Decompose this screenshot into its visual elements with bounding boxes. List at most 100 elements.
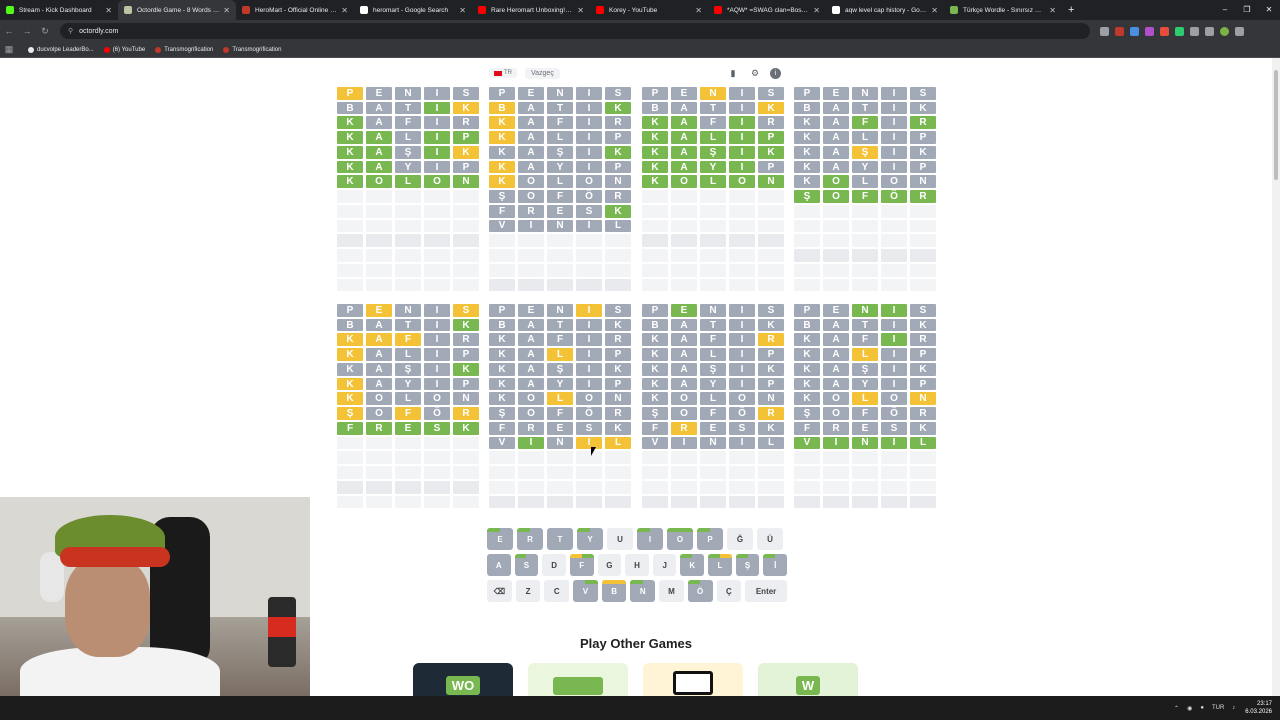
close-icon[interactable]: ✕ bbox=[577, 6, 584, 15]
key-o[interactable]: O bbox=[667, 528, 693, 550]
key-i[interactable]: I bbox=[637, 528, 663, 550]
key-ü[interactable]: Ü bbox=[757, 528, 783, 550]
restore-icon[interactable]: ❐ bbox=[1236, 0, 1258, 20]
close-icon[interactable]: ✕ bbox=[341, 6, 348, 15]
close-icon[interactable]: ✕ bbox=[459, 6, 466, 15]
tile: I bbox=[576, 87, 602, 100]
key-n[interactable]: N bbox=[630, 580, 656, 602]
bookmark-item[interactable]: Transmogrification bbox=[223, 46, 281, 53]
key-v[interactable]: V bbox=[573, 580, 598, 602]
url-input[interactable]: ⚲ octordly.com bbox=[60, 23, 1090, 39]
key-d[interactable]: D bbox=[542, 554, 566, 576]
clock[interactable]: 23:17 6.03.2026 bbox=[1245, 700, 1272, 716]
key-s[interactable]: S bbox=[514, 554, 539, 576]
key-y[interactable]: Y bbox=[577, 528, 603, 550]
star-icon[interactable] bbox=[1100, 26, 1109, 36]
key-b[interactable]: B bbox=[601, 580, 627, 602]
close-icon[interactable]: ✕ bbox=[105, 6, 112, 15]
browser-tab[interactable]: heromart - Google Search ✕ bbox=[354, 0, 472, 20]
tile: A bbox=[518, 160, 544, 174]
page-scrollbar[interactable] bbox=[1272, 58, 1280, 696]
avatar[interactable] bbox=[1220, 26, 1229, 36]
info-icon[interactable]: i bbox=[770, 67, 781, 79]
board-row: KAFIR bbox=[794, 333, 936, 347]
chevron-up-icon[interactable]: ⌃ bbox=[1174, 705, 1179, 712]
tile bbox=[823, 278, 849, 292]
board-row: KALIP bbox=[794, 348, 936, 361]
key-e[interactable]: E bbox=[487, 528, 513, 550]
close-icon[interactable]: ✕ bbox=[931, 6, 938, 15]
extension-icon[interactable] bbox=[1175, 26, 1184, 36]
key-u[interactable]: U bbox=[607, 528, 633, 550]
minimize-icon[interactable]: – bbox=[1214, 0, 1236, 20]
browser-tab[interactable]: HeroMart - Official Online Sho... ✕ bbox=[236, 0, 354, 20]
key-ğ[interactable]: Ğ bbox=[727, 528, 753, 550]
close-icon[interactable]: ✕ bbox=[695, 6, 702, 15]
key-j[interactable]: J bbox=[652, 554, 677, 576]
close-window-icon[interactable]: ✕ bbox=[1258, 0, 1280, 20]
extension-icon[interactable] bbox=[1145, 26, 1154, 36]
key-l[interactable]: L bbox=[708, 554, 732, 576]
browser-tab[interactable]: Rare Heromart Unboxing! First... ✕ bbox=[472, 0, 590, 20]
key-ö[interactable]: Ö bbox=[687, 580, 713, 602]
gear-icon[interactable]: ⚙ bbox=[748, 66, 762, 80]
key-z[interactable]: Z bbox=[515, 580, 541, 602]
forward-icon[interactable]: → bbox=[18, 26, 36, 36]
tile: K bbox=[605, 145, 631, 159]
sidebar-icon[interactable] bbox=[1205, 26, 1214, 36]
back-icon[interactable]: ← bbox=[0, 26, 18, 36]
menu-icon[interactable] bbox=[1235, 26, 1244, 36]
close-icon[interactable]: ✕ bbox=[813, 6, 820, 15]
board: PENISBATIKKAFIRKALIPKAŞIKKAYIPKOLONŞOFÖR… bbox=[489, 304, 631, 510]
other-game-card[interactable] bbox=[643, 663, 743, 696]
network-icon[interactable]: ◉ bbox=[1187, 705, 1192, 712]
mic-icon[interactable]: ● bbox=[1200, 705, 1204, 711]
puzzle-icon[interactable] bbox=[1190, 26, 1199, 36]
browser-tab[interactable]: aqw level cap history - Google ✕ bbox=[826, 0, 944, 20]
key-f[interactable]: F bbox=[569, 554, 594, 576]
browser-tab[interactable]: *AQW* =SWAG clan=Boss Batt... ✕ bbox=[708, 0, 826, 20]
new-tab-icon[interactable]: + bbox=[1068, 4, 1074, 16]
extension-icon[interactable] bbox=[1115, 26, 1124, 36]
reload-icon[interactable]: ↻ bbox=[36, 26, 54, 37]
bookmark-item[interactable]: (6) YouTube bbox=[103, 46, 145, 53]
give-up-button[interactable]: Vazgeç bbox=[525, 67, 560, 79]
key-c[interactable]: C bbox=[544, 580, 570, 602]
tab-title: *AQW* =SWAG clan=Boss Batt... bbox=[727, 6, 809, 14]
other-game-card[interactable]: WO bbox=[413, 663, 513, 696]
apps-icon[interactable]: ▦ bbox=[0, 44, 18, 55]
key-enter[interactable]: Enter bbox=[745, 580, 787, 602]
browser-tab[interactable]: Stream - Kick Dashboard ✕ bbox=[0, 0, 118, 20]
site-info-icon[interactable]: ⚲ bbox=[68, 27, 73, 35]
browser-tab[interactable]: Korey - YouTube ✕ bbox=[590, 0, 708, 20]
key-a[interactable]: A bbox=[487, 554, 511, 576]
volume-icon[interactable]: ♪ bbox=[1232, 705, 1235, 711]
tile: K bbox=[758, 318, 784, 332]
keyboard-lang[interactable]: TUR bbox=[1212, 705, 1224, 711]
key-r[interactable]: R bbox=[517, 528, 543, 550]
other-game-card[interactable] bbox=[528, 663, 628, 696]
extension-icon[interactable] bbox=[1130, 26, 1139, 36]
key-ç[interactable]: Ç bbox=[716, 580, 742, 602]
bookmark-item[interactable]: Transmogrification bbox=[155, 46, 213, 53]
extension-icon[interactable] bbox=[1160, 26, 1169, 36]
browser-tab[interactable]: Türkçe Wordle - Sınırsız Oyna ✕ bbox=[944, 0, 1062, 20]
key-h[interactable]: H bbox=[625, 554, 649, 576]
other-game-card[interactable]: W bbox=[758, 663, 858, 696]
bookmark-item[interactable]: ducvolpe LeaderBo... bbox=[28, 46, 94, 53]
tile: N bbox=[910, 175, 936, 189]
key-g[interactable]: G bbox=[597, 554, 622, 576]
key-p[interactable]: P bbox=[697, 528, 723, 550]
key-t[interactable]: T bbox=[547, 528, 573, 550]
language-button[interactable]: TR bbox=[489, 68, 517, 78]
key-i̇[interactable]: İ bbox=[763, 554, 788, 576]
close-icon[interactable]: ✕ bbox=[223, 6, 230, 15]
browser-tab[interactable]: Octordle Game - 8 Words Wor... ✕ bbox=[118, 0, 236, 20]
close-icon[interactable]: ✕ bbox=[1049, 6, 1056, 15]
chart-icon[interactable]: ▮ bbox=[726, 66, 740, 80]
key-m[interactable]: M bbox=[659, 580, 684, 602]
tile bbox=[605, 466, 631, 479]
key-ş[interactable]: Ş bbox=[735, 554, 760, 576]
key-k[interactable]: K bbox=[680, 554, 705, 576]
backspace-icon[interactable]: ⌫ bbox=[487, 580, 512, 602]
